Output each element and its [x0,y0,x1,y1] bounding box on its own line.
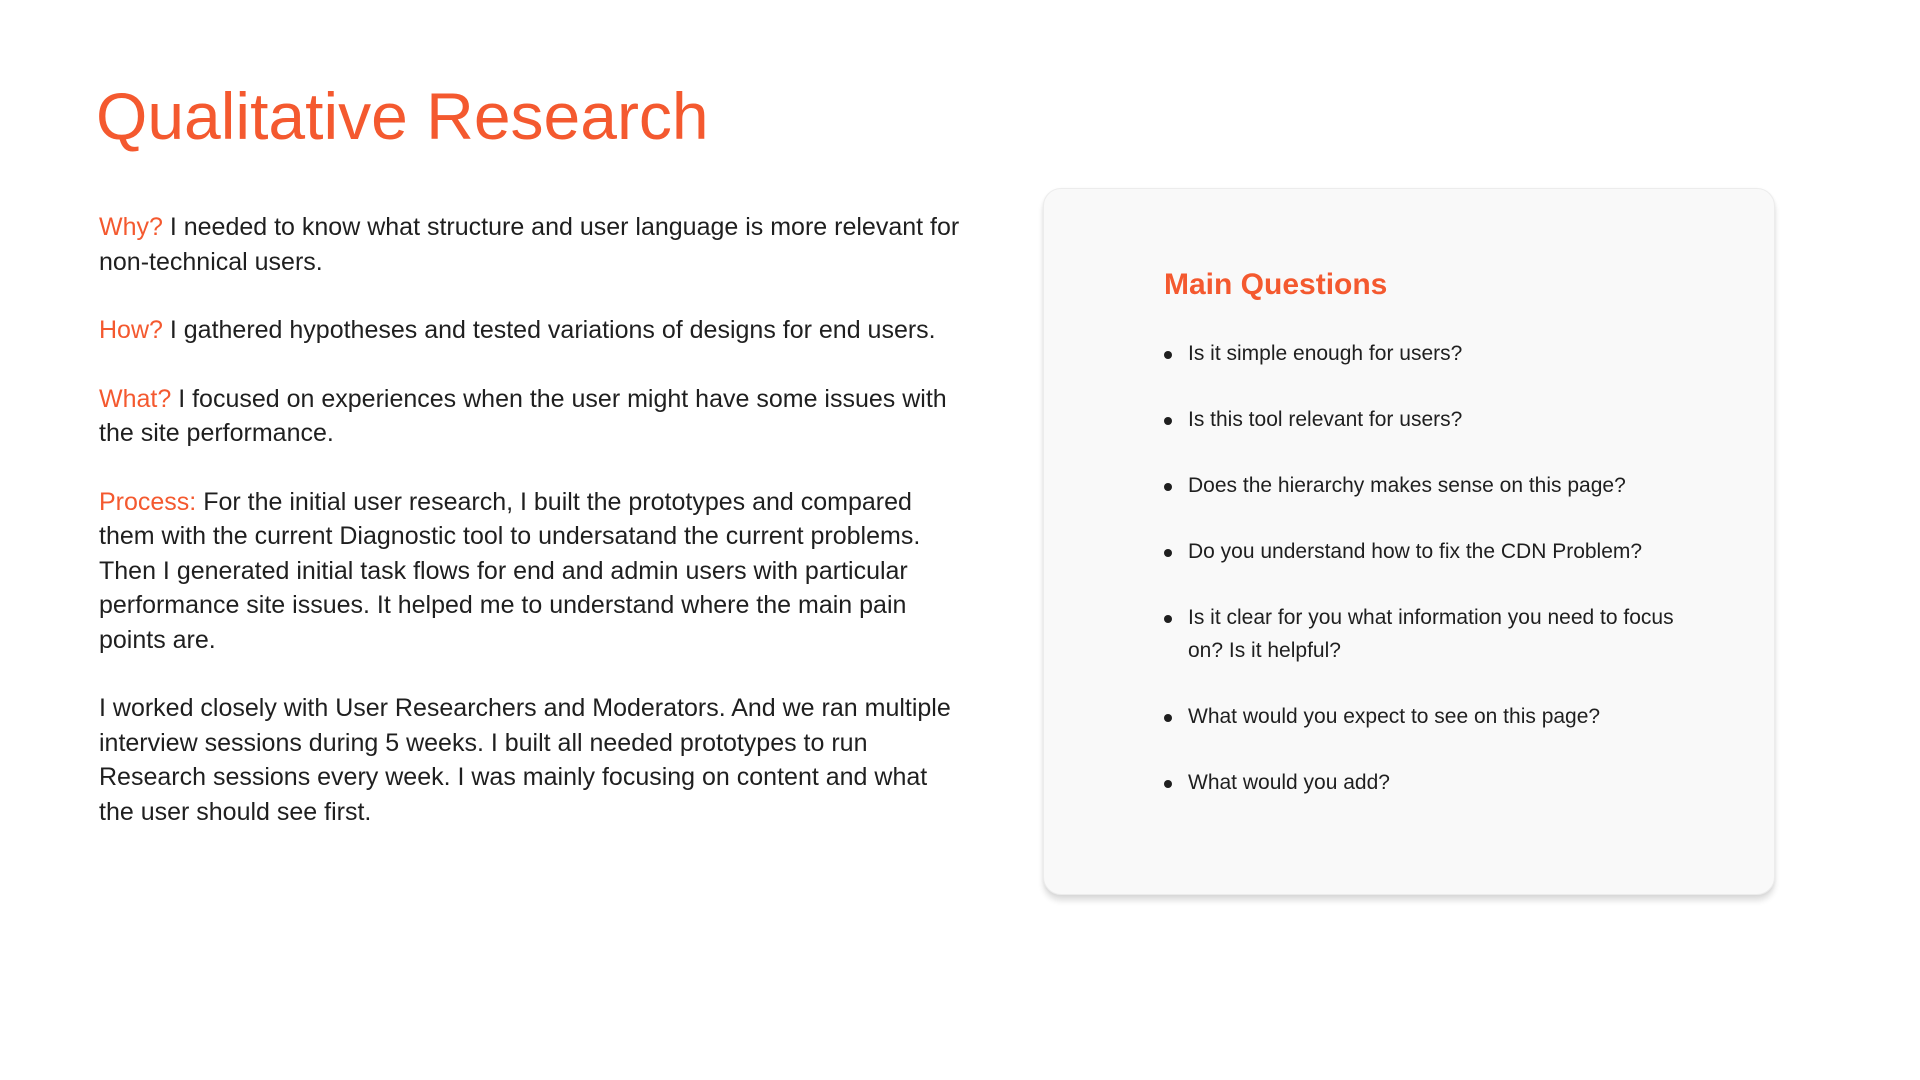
process-label: Process: [99,487,197,516]
question-text: Is it simple enough for users? [1188,342,1463,365]
why-label: Why? [99,213,163,241]
question-text: What would you add? [1188,771,1390,794]
question-item: Is it clear for you what information you… [1164,601,1704,667]
how-text: I gathered hypotheses and tested variati… [162,316,936,344]
question-text: What would you expect to see on this pag… [1188,705,1601,728]
bullet-icon [1164,615,1172,623]
bullet-icon [1164,483,1172,491]
bullet-icon [1164,549,1172,557]
question-item: What would you add? [1164,766,1704,799]
question-item: What would you expect to see on this pag… [1164,700,1704,733]
question-item: Does the hierarchy makes sense on this p… [1164,469,1704,502]
page-title: Qualitative Research [96,79,709,153]
question-text: Do you understand how to fix the CDN Pro… [1188,540,1643,563]
collaboration-text: I worked closely with User Researchers a… [99,694,951,826]
bullet-icon [1164,780,1172,788]
collaboration-paragraph: I worked closely with User Researchers a… [99,691,961,829]
question-item: Do you understand how to fix the CDN Pro… [1164,535,1704,568]
what-label: What? [99,384,172,413]
what-paragraph: What? I focused on experiences when the … [99,382,961,451]
why-paragraph: Why? I needed to know what structure and… [99,210,961,279]
main-questions-title: Main Questions [1164,268,1388,301]
process-paragraph: Process: For the initial user research, … [99,485,961,658]
question-text: Is this tool relevant for users? [1188,408,1463,431]
how-paragraph: How? I gathered hypotheses and tested va… [99,313,961,348]
question-text: Does the hierarchy makes sense on this p… [1188,474,1626,497]
what-text: I focused on experiences when the user m… [99,384,947,448]
description-column: Why? I needed to know what structure and… [99,210,961,863]
bullet-icon [1164,714,1172,722]
question-item: Is it simple enough for users? [1164,337,1704,370]
how-label: How? [99,316,163,344]
questions-list: Is it simple enough for users? Is this t… [1164,337,1704,832]
process-text: For the initial user research, I built t… [99,487,921,654]
question-text: Is it clear for you what information you… [1188,606,1674,662]
main-questions-card: Main Questions Is it simple enough for u… [1043,188,1775,895]
bullet-icon [1164,417,1172,425]
why-text: I needed to know what structure and user… [99,213,960,276]
question-item: Is this tool relevant for users? [1164,403,1704,436]
bullet-icon [1164,351,1172,359]
